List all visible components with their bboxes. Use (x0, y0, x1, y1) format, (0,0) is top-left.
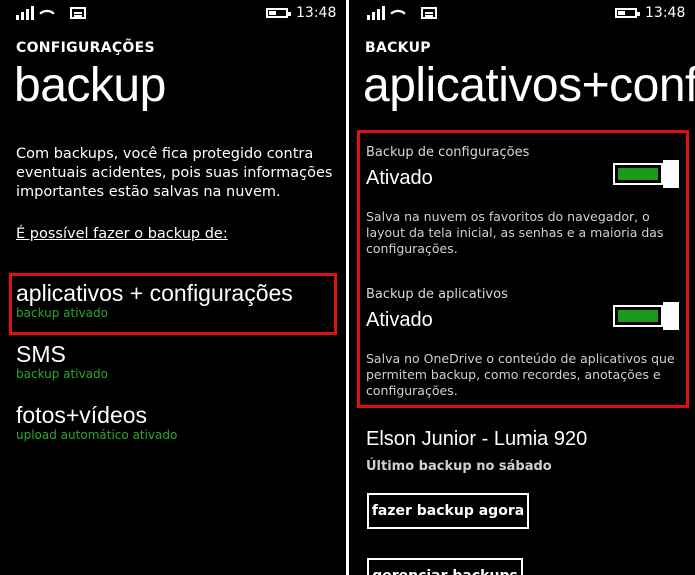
page-title: aplicativos+configurações (363, 59, 695, 112)
toggle-knob (663, 302, 679, 330)
list-item-title: SMS (16, 341, 66, 367)
list-item-subtitle: upload automático ativado (16, 428, 178, 442)
list-item-title: aplicativos + configurações (16, 280, 293, 306)
manage-backups-button[interactable]: gerenciar backups (367, 558, 523, 575)
device-name: Elson Junior - Lumia 920 (366, 428, 588, 450)
list-item-photos-videos[interactable]: fotos+vídeos upload automático ativado (16, 402, 177, 442)
status-bar: 13:48 (349, 4, 695, 22)
signal-strength-icon (16, 6, 34, 20)
list-item-title: fotos+vídeos (16, 402, 148, 428)
settings-backup-value: Ativado (366, 167, 433, 189)
apps-backup-value: Ativado (366, 309, 433, 331)
apps-backup-toggle[interactable] (613, 302, 679, 330)
status-time: 13:48 (645, 5, 686, 21)
backup-of-label: É possível fazer o backup de: (16, 226, 228, 242)
right-screen: 13:48 BACKUP aplicativos+configurações B… (349, 0, 695, 575)
app-title: CONFIGURAÇÕES (16, 40, 155, 56)
settings-backup-description: Salva na nuvem os favoritos do navegador… (366, 209, 664, 256)
wifi-icon (390, 5, 406, 21)
backup-now-button[interactable]: fazer backup agora (367, 493, 529, 529)
apps-backup-description: Salva no OneDrive o conteúdo de aplicati… (366, 351, 675, 398)
list-item-subtitle: backup ativado (16, 306, 108, 320)
message-icon (70, 7, 86, 19)
list-item-subtitle: backup ativado (16, 367, 108, 381)
left-screen: 13:48 CONFIGURAÇÕES backup Com backups, … (0, 0, 346, 575)
status-time: 13:48 (296, 5, 337, 21)
settings-backup-toggle[interactable] (613, 160, 679, 188)
message-icon (421, 7, 437, 19)
battery-icon (615, 8, 640, 18)
wifi-icon (39, 5, 55, 21)
signal-strength-icon (367, 6, 385, 20)
settings-backup-label: Backup de configurações (366, 145, 530, 160)
toggle-knob (663, 160, 679, 188)
backup-description: Com backups, você fica protegido contra … (16, 146, 333, 200)
apps-backup-label: Backup de aplicativos (366, 287, 508, 302)
app-title: BACKUP (365, 40, 431, 56)
status-bar: 13:48 (0, 4, 346, 22)
list-item-sms[interactable]: SMS backup ativado (16, 341, 108, 381)
battery-icon (266, 8, 291, 18)
last-backup: Último backup no sábado (366, 459, 552, 474)
page-title: backup (14, 59, 166, 112)
list-item-apps-settings[interactable]: aplicativos + configurações backup ativa… (16, 280, 293, 320)
